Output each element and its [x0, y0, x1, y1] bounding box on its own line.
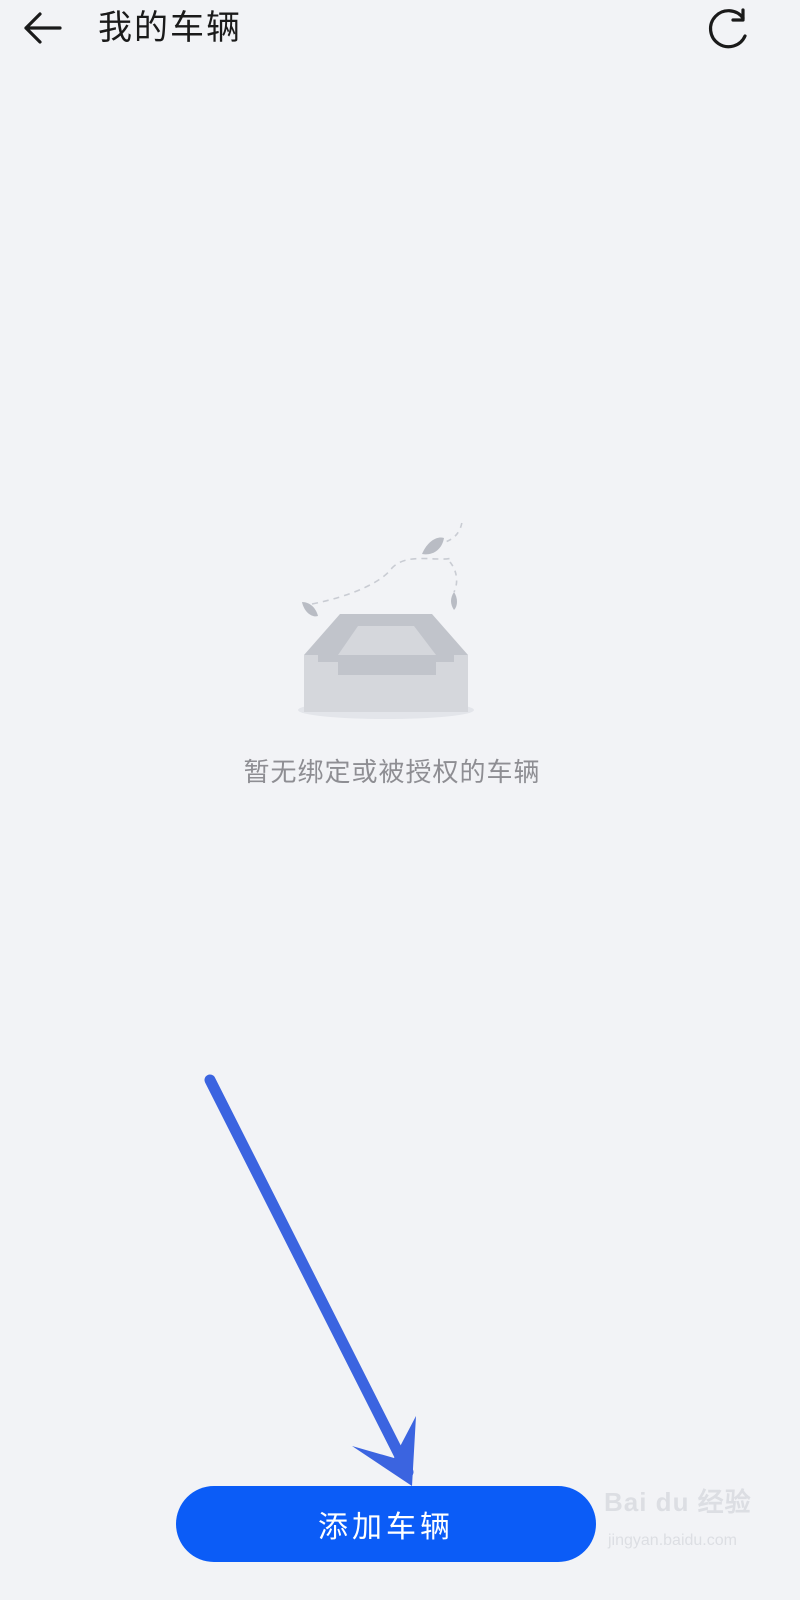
refresh-icon — [708, 8, 747, 49]
watermark-url: jingyan.baidu.com — [608, 1532, 737, 1549]
empty-state: 暂无绑定或被授权的车辆 — [0, 500, 784, 800]
annotation-arrow — [204, 1074, 416, 1486]
add-vehicle-button[interactable]: 添加车辆 — [176, 1486, 596, 1562]
arrow-left-icon — [24, 12, 62, 44]
refresh-button[interactable] — [700, 2, 758, 54]
empty-inbox-tray-icon — [298, 521, 474, 719]
watermark-logo: Bai du 经验 — [604, 1487, 752, 1517]
app-header: 我的车辆 — [0, 0, 784, 70]
back-button[interactable] — [14, 6, 70, 50]
watermark: Bai du 经验 jingyan.baidu.com — [604, 1482, 774, 1560]
empty-state-message: 暂无绑定或被授权的车辆 — [243, 758, 541, 788]
page-title: 我的车辆 — [98, 8, 242, 48]
